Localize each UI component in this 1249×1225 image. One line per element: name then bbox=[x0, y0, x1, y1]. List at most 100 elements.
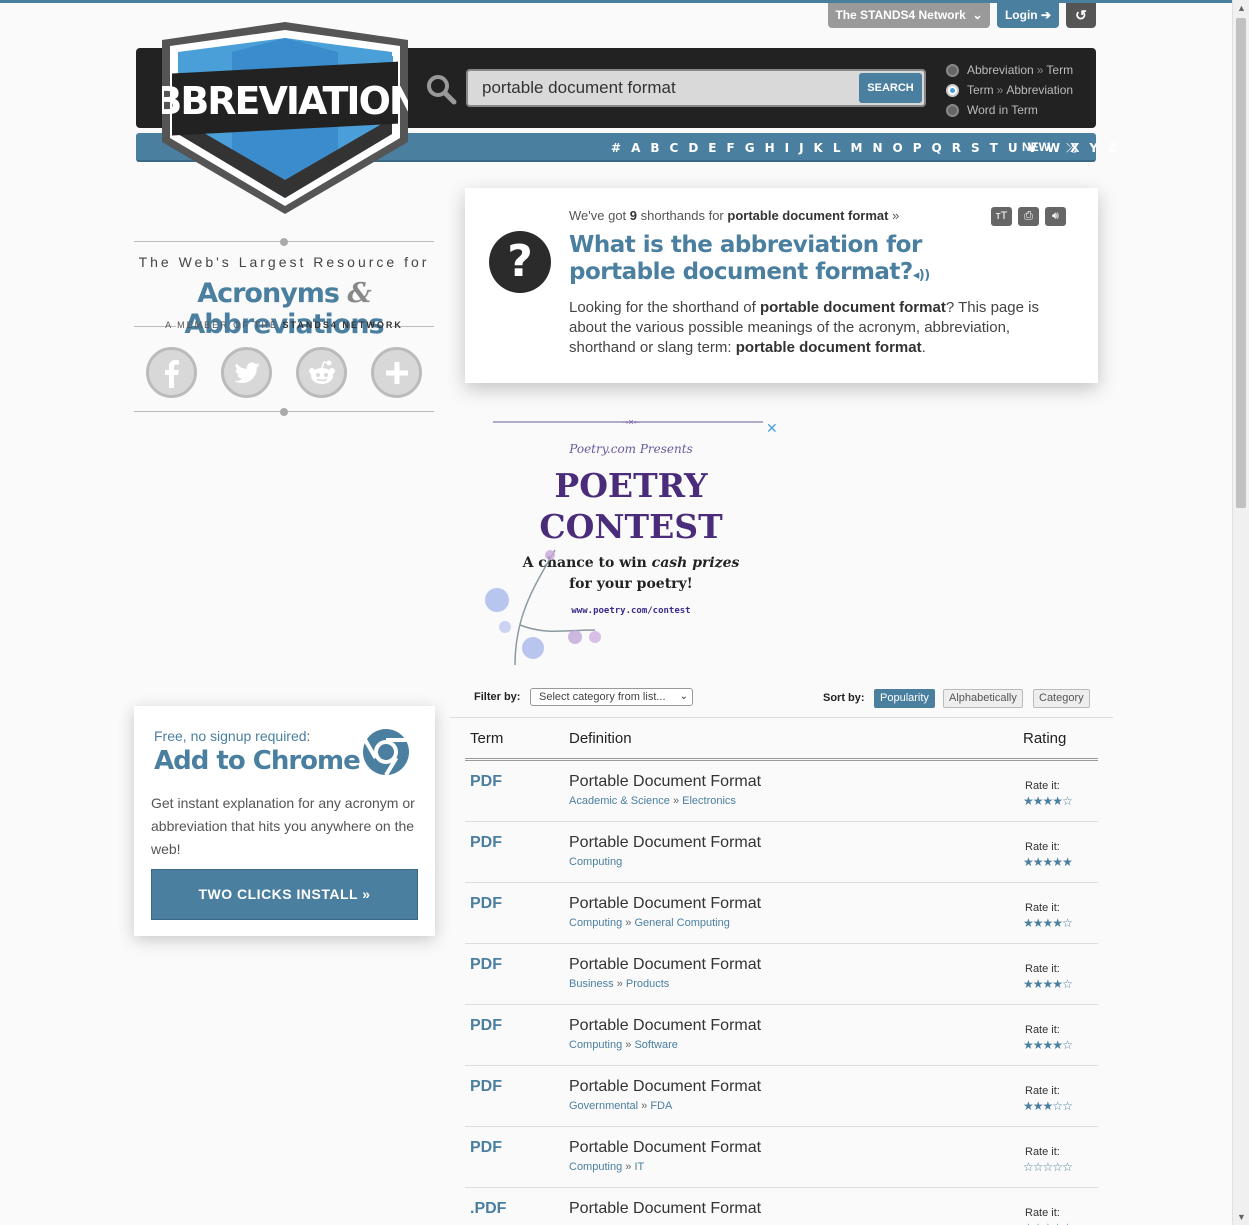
alphabet-letter[interactable]: S bbox=[966, 141, 985, 155]
facebook-button[interactable] bbox=[146, 347, 197, 398]
subcategory-link[interactable]: Electronics bbox=[682, 795, 736, 807]
font-size-icon[interactable]: ᴛT bbox=[991, 207, 1012, 226]
category-link[interactable]: Computing bbox=[569, 917, 622, 929]
pronounce-icon[interactable]: ◂)) bbox=[913, 268, 930, 283]
category-link[interactable]: Computing bbox=[569, 1161, 622, 1173]
star-rating[interactable]: ★★★★★ bbox=[1023, 855, 1073, 869]
star-filled-icon[interactable]: ★ bbox=[1043, 1099, 1054, 1113]
alphabet-letter[interactable]: Y bbox=[1084, 141, 1103, 155]
star-filled-icon[interactable]: ★ bbox=[1043, 855, 1054, 869]
star-filled-icon[interactable]: ★ bbox=[1043, 916, 1054, 930]
star-rating[interactable]: ★★★★☆ bbox=[1023, 1038, 1073, 1052]
star-empty-icon[interactable]: ☆ bbox=[1062, 1160, 1073, 1174]
alphabet-letter[interactable]: C bbox=[665, 141, 684, 155]
subcategory-link[interactable]: Products bbox=[626, 978, 669, 990]
alphabet-letter[interactable]: Q bbox=[927, 141, 947, 155]
alphabet-letter[interactable]: N bbox=[867, 141, 887, 155]
alphabet-letter[interactable]: P bbox=[908, 141, 927, 155]
star-filled-icon[interactable]: ★ bbox=[1023, 794, 1034, 808]
star-filled-icon[interactable]: ★ bbox=[1033, 855, 1044, 869]
term-link[interactable]: PDF bbox=[470, 895, 502, 913]
star-filled-icon[interactable]: ★ bbox=[1023, 916, 1034, 930]
star-filled-icon[interactable]: ★ bbox=[1052, 855, 1063, 869]
star-rating[interactable]: ☆☆☆☆☆ bbox=[1023, 1160, 1073, 1174]
category-link[interactable]: Computing bbox=[569, 1039, 622, 1051]
category-link[interactable]: Governmental bbox=[569, 1100, 638, 1112]
search-mode-option[interactable]: Word in Term bbox=[946, 100, 1073, 120]
alphabet-letter[interactable]: # bbox=[606, 141, 626, 155]
speaker-icon[interactable]: 🔊︎ bbox=[1045, 207, 1066, 226]
radio-button[interactable] bbox=[946, 63, 959, 77]
sort-popularity-button[interactable]: Popularity bbox=[874, 689, 935, 708]
star-empty-icon[interactable]: ☆ bbox=[1062, 1038, 1073, 1052]
scrollbar[interactable]: ▲ ▼ bbox=[1232, 0, 1249, 1225]
star-rating[interactable]: ★★★★☆ bbox=[1023, 794, 1073, 808]
star-empty-icon[interactable]: ☆ bbox=[1052, 1099, 1063, 1113]
star-filled-icon[interactable]: ★ bbox=[1023, 855, 1034, 869]
alphabet-letter[interactable]: I bbox=[780, 141, 794, 155]
star-empty-icon[interactable]: ☆ bbox=[1043, 1221, 1054, 1225]
subcategory-link[interactable]: IT bbox=[634, 1161, 644, 1173]
star-filled-icon[interactable]: ★ bbox=[1052, 916, 1063, 930]
star-filled-icon[interactable]: ★ bbox=[1062, 855, 1073, 869]
shuffle-icon[interactable]: ⤮ bbox=[1066, 133, 1076, 162]
subcategory-link[interactable]: General Computing bbox=[634, 917, 729, 929]
radio-button[interactable] bbox=[946, 103, 959, 117]
category-link[interactable]: Academic & Science bbox=[569, 795, 670, 807]
term-link[interactable]: .PDF bbox=[470, 1200, 506, 1218]
alphabet-letter[interactable]: E bbox=[703, 141, 721, 155]
star-empty-icon[interactable]: ☆ bbox=[1033, 1160, 1044, 1174]
star-filled-icon[interactable]: ★ bbox=[1023, 1038, 1034, 1052]
star-rating[interactable]: ★★★★☆ bbox=[1023, 916, 1073, 930]
alphabet-letter[interactable]: F bbox=[722, 141, 740, 155]
term-link[interactable]: PDF bbox=[470, 834, 502, 852]
star-rating[interactable]: ★★★☆☆ bbox=[1023, 1099, 1073, 1113]
alphabet-letter[interactable]: L bbox=[828, 141, 846, 155]
term-link[interactable]: PDF bbox=[470, 1017, 502, 1035]
alphabet-letter[interactable]: U bbox=[1003, 141, 1023, 155]
subcategory-link[interactable]: FDA bbox=[650, 1100, 672, 1112]
poetry-contest-ad[interactable]: -◦×◦- Poetry.com Presents POETRY CONTEST… bbox=[475, 415, 780, 675]
radio-button[interactable] bbox=[946, 83, 959, 97]
category-link[interactable]: Computing bbox=[569, 856, 622, 868]
sort-category-button[interactable]: Category bbox=[1033, 689, 1090, 708]
star-empty-icon[interactable]: ☆ bbox=[1033, 1221, 1044, 1225]
star-filled-icon[interactable]: ★ bbox=[1033, 1038, 1044, 1052]
alphabet-letter[interactable]: A bbox=[626, 141, 645, 155]
alphabet-letter[interactable]: B bbox=[645, 141, 664, 155]
login-button[interactable]: Login ➔ bbox=[997, 3, 1059, 28]
category-select[interactable]: Select category from list... ⌄ bbox=[530, 688, 693, 706]
scroll-up-arrow-icon[interactable]: ▲ bbox=[1233, 0, 1249, 16]
alphabet-letter[interactable]: D bbox=[683, 141, 703, 155]
alphabet-letter[interactable]: T bbox=[985, 141, 1003, 155]
star-empty-icon[interactable]: ☆ bbox=[1052, 1221, 1063, 1225]
twitter-button[interactable] bbox=[221, 347, 272, 398]
star-filled-icon[interactable]: ★ bbox=[1052, 794, 1063, 808]
star-empty-icon[interactable]: ☆ bbox=[1052, 1160, 1063, 1174]
star-empty-icon[interactable]: ☆ bbox=[1062, 916, 1073, 930]
star-filled-icon[interactable]: ★ bbox=[1043, 794, 1054, 808]
alphabet-letter[interactable]: K bbox=[809, 141, 828, 155]
star-empty-icon[interactable]: ☆ bbox=[1062, 794, 1073, 808]
reddit-button[interactable] bbox=[296, 347, 347, 398]
star-empty-icon[interactable]: ☆ bbox=[1043, 1160, 1054, 1174]
alphabet-letter[interactable]: O bbox=[888, 141, 908, 155]
star-filled-icon[interactable]: ★ bbox=[1023, 1099, 1034, 1113]
search-mode-option[interactable]: Abbreviation» Term bbox=[946, 60, 1073, 80]
search-mode-option[interactable]: Term» Abbreviation bbox=[946, 80, 1073, 100]
alphabet-letter[interactable]: G bbox=[740, 141, 760, 155]
alphabet-letter[interactable]: H bbox=[760, 141, 780, 155]
star-empty-icon[interactable]: ☆ bbox=[1023, 1160, 1034, 1174]
new-link[interactable]: NEW bbox=[1022, 133, 1050, 162]
star-filled-icon[interactable]: ★ bbox=[1052, 1038, 1063, 1052]
term-link[interactable]: PDF bbox=[470, 773, 502, 791]
star-rating[interactable]: ☆☆☆☆☆ bbox=[1023, 1221, 1073, 1225]
search-input[interactable] bbox=[482, 71, 852, 105]
star-filled-icon[interactable]: ★ bbox=[1033, 794, 1044, 808]
alphabet-letter[interactable]: Z bbox=[1103, 141, 1122, 155]
star-filled-icon[interactable]: ★ bbox=[1033, 977, 1044, 991]
category-link[interactable]: Business bbox=[569, 978, 614, 990]
alphabet-letter[interactable]: J bbox=[794, 141, 808, 155]
alphabet-letter[interactable]: M bbox=[846, 141, 868, 155]
term-link[interactable]: PDF bbox=[470, 1139, 502, 1157]
